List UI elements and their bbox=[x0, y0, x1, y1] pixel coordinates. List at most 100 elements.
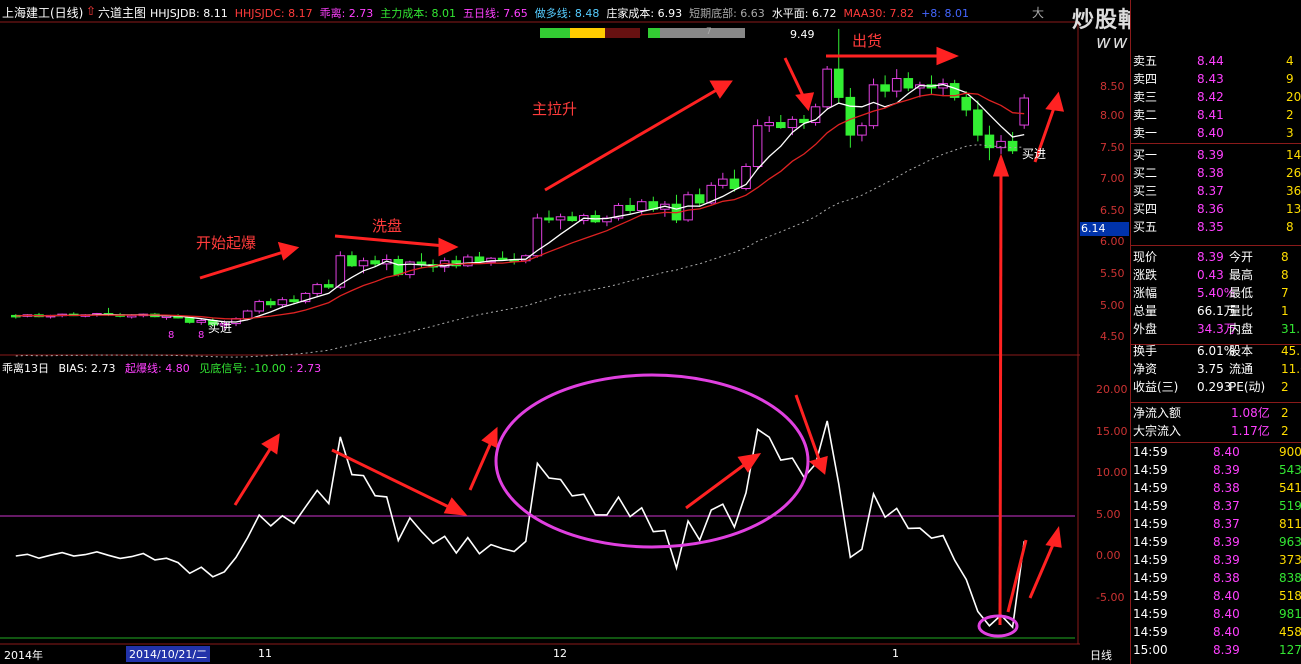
price-tick: 7.00 bbox=[1100, 172, 1125, 185]
stat-row: 净资 3.75 流通 11.0 bbox=[1131, 360, 1301, 378]
bias-tick: 10.00 bbox=[1096, 466, 1128, 479]
order-book-row: 买三 8.37 36 bbox=[1131, 182, 1301, 200]
flow-value: 1.17亿 bbox=[1231, 424, 1270, 438]
bias-line bbox=[15, 420, 1025, 630]
candle-body bbox=[787, 118, 798, 129]
tick-row: 14:59 8.38 838 bbox=[1131, 569, 1301, 587]
annotation-out: 出货 bbox=[852, 32, 883, 50]
price-tick: 8.00 bbox=[1100, 109, 1125, 122]
tick-row: 14:59 8.38 541 bbox=[1131, 479, 1301, 497]
stat-label-2: 内盘 bbox=[1229, 322, 1254, 336]
book-volume: 20 bbox=[1286, 90, 1301, 104]
tick-volume: 541 bbox=[1279, 481, 1301, 495]
date-jan: 1 bbox=[892, 647, 899, 660]
book-label: 卖三 bbox=[1133, 90, 1158, 104]
candle-body bbox=[868, 84, 879, 127]
strip-label: 7 bbox=[706, 27, 712, 37]
tick-volume: 543 bbox=[1279, 463, 1301, 477]
indicator-name[interactable]: 六道主图 bbox=[98, 4, 146, 21]
candle-body bbox=[555, 216, 566, 221]
book-price: 8.42 bbox=[1197, 90, 1224, 104]
stat-value: 0.293 bbox=[1197, 380, 1232, 394]
strip-yellow bbox=[570, 28, 605, 38]
tick-time: 14:59 bbox=[1133, 499, 1168, 513]
stat-value: 8.39 bbox=[1197, 250, 1224, 264]
order-book-row: 买一 8.39 14 bbox=[1131, 146, 1301, 164]
bias-tick: 20.00 bbox=[1096, 383, 1128, 396]
book-volume: 26 bbox=[1286, 166, 1301, 180]
price-tick: 8.50 bbox=[1100, 80, 1125, 93]
candle-body bbox=[718, 178, 728, 186]
arrow-sub-4 bbox=[685, 460, 749, 510]
candle-body bbox=[312, 284, 322, 294]
stat-label-2: 股本 bbox=[1229, 344, 1254, 358]
order-book-row: 买四 8.36 13 bbox=[1131, 200, 1301, 218]
stat-value-2: 8 bbox=[1281, 250, 1289, 264]
order-book-row: 卖四 8.43 9 bbox=[1131, 70, 1301, 88]
flow-value: 1.08亿 bbox=[1231, 406, 1270, 420]
candle-body bbox=[973, 109, 983, 136]
stat-value-2: 8 bbox=[1281, 268, 1289, 282]
book-volume: 14 bbox=[1286, 148, 1301, 162]
date-selected[interactable]: 2014/10/21/二 bbox=[126, 646, 210, 662]
tick-volume: 811 bbox=[1279, 517, 1301, 531]
tick-price: 8.39 bbox=[1213, 643, 1240, 657]
arrow-buy-link bbox=[998, 169, 1003, 626]
strip-green-2 bbox=[648, 28, 660, 38]
date-dec: 12 bbox=[553, 647, 567, 660]
candle-body bbox=[776, 122, 786, 129]
arrow-start bbox=[199, 248, 291, 280]
candle-body bbox=[266, 301, 276, 306]
sub-bias: BIAS: 2.73 bbox=[58, 362, 116, 375]
stock-chart-window: { "header": { "stock_title": "上海建工(日线)",… bbox=[0, 0, 1301, 664]
book-label: 卖一 bbox=[1133, 126, 1158, 140]
book-volume: 8 bbox=[1286, 220, 1294, 234]
candle-body bbox=[636, 201, 647, 211]
book-price: 8.44 bbox=[1197, 54, 1224, 68]
arrow-sub-3 bbox=[468, 439, 494, 491]
buy-label-1: 买进 bbox=[208, 321, 233, 335]
book-label: 买二 bbox=[1133, 166, 1158, 180]
candle-body bbox=[358, 260, 369, 267]
price-marker: 6.14 bbox=[1080, 222, 1129, 236]
candle-body bbox=[289, 299, 299, 303]
book-label: 卖二 bbox=[1133, 108, 1158, 122]
annotation-wash: 洗盘 bbox=[372, 217, 403, 235]
price-tick: 5.00 bbox=[1100, 299, 1125, 312]
candle-body bbox=[752, 125, 763, 168]
tick-time: 14:59 bbox=[1133, 571, 1168, 585]
tick-volume: 981 bbox=[1279, 607, 1301, 621]
tick-time: 14:59 bbox=[1133, 625, 1168, 639]
stock-title[interactable]: 上海建工(日线) bbox=[2, 4, 83, 21]
candle-body bbox=[544, 217, 554, 221]
tick-volume: 963 bbox=[1279, 535, 1301, 549]
sub-signal: 见底信号: -10.00 bbox=[199, 362, 286, 375]
tick-price: 8.38 bbox=[1213, 481, 1240, 495]
stat-label-2: 今开 bbox=[1229, 250, 1254, 264]
flow-row: 净流入额 1.08亿 2 bbox=[1131, 404, 1301, 422]
candle-body bbox=[891, 78, 902, 92]
stat-label-2: 流通 bbox=[1229, 362, 1254, 376]
stat-value-2: 11.0 bbox=[1281, 362, 1301, 376]
stat-value: 3.75 bbox=[1197, 362, 1224, 376]
tick-time: 14:59 bbox=[1133, 535, 1168, 549]
sub-name: 乖离13日 bbox=[2, 362, 49, 375]
low-label-2: 8 bbox=[198, 330, 205, 341]
candle-body bbox=[474, 256, 485, 263]
candle-body bbox=[254, 301, 264, 312]
indicator-value: 主力成本: 8.01 bbox=[380, 7, 456, 20]
candle-body bbox=[567, 216, 577, 222]
quote-panel: 卖五 8.44 4 卖四 8.43 9 卖三 8.42 20 卖二 8.41 2 卖一 8.40 3 买一 8.… bbox=[1130, 0, 1301, 664]
tick-row: 14:59 8.40 458 bbox=[1131, 623, 1301, 641]
book-volume: 9 bbox=[1286, 72, 1294, 86]
tick-time: 14:59 bbox=[1133, 517, 1168, 531]
order-book-row: 卖一 8.40 3 bbox=[1131, 124, 1301, 142]
indicator-value: HHJSJDB: 8.11 bbox=[150, 7, 228, 20]
candle-body bbox=[729, 178, 740, 189]
tick-row: 14:59 8.40 9005 bbox=[1131, 443, 1301, 461]
tick-time: 14:59 bbox=[1133, 553, 1168, 567]
candle-group bbox=[11, 28, 1030, 330]
book-price: 8.37 bbox=[1197, 184, 1224, 198]
candle-body bbox=[1019, 97, 1030, 126]
period-label[interactable]: 日线 bbox=[1090, 647, 1112, 663]
